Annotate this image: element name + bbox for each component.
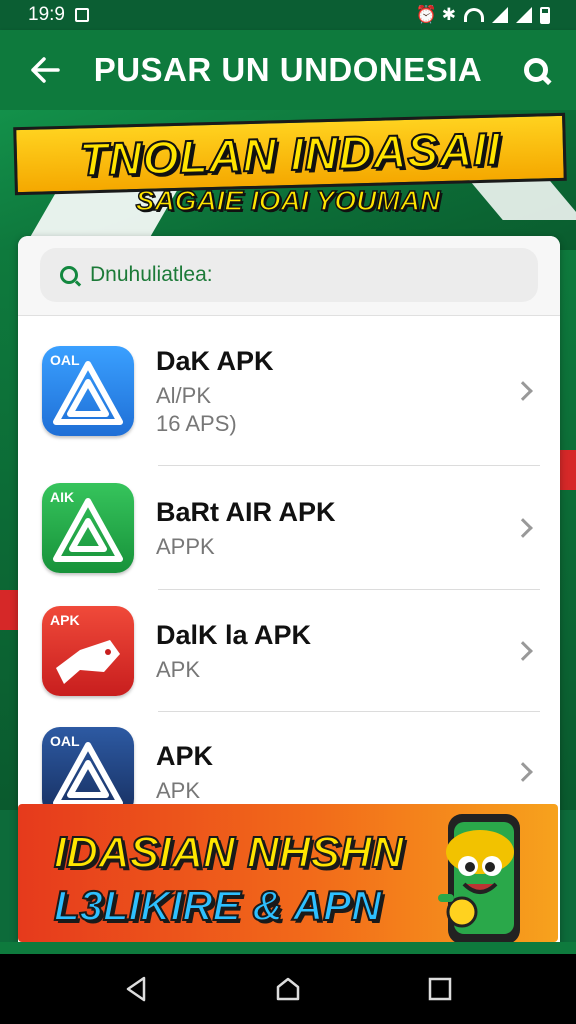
back-button[interactable] [0, 30, 90, 110]
chevron-right-icon [513, 762, 533, 782]
app-name: DaK APK [156, 345, 274, 376]
status-bar: 19:9 ⏰ ✱ [0, 0, 576, 30]
promo-line-2: L3LIKIRE & APN [53, 881, 382, 930]
app-meta: APK [156, 777, 201, 803]
promo-line-1: IDASIAN NHSHN [53, 827, 405, 878]
app-icon-2: AIK [42, 483, 134, 573]
app-name: APK [156, 740, 214, 771]
system-nav-bar [0, 954, 576, 1024]
chevron-right-icon [513, 518, 533, 538]
promo-banner[interactable]: IDASIAN NHSHN L3LIKIRE & APN [18, 804, 558, 942]
triangle-logo-icon [53, 361, 123, 425]
status-time: 19:9 [28, 4, 65, 25]
search-icon [524, 58, 548, 82]
list-item[interactable]: AIK BaRt AIR APK APPK [18, 466, 560, 590]
mascot-phone-icon [438, 814, 520, 942]
app-name: BaRt AIR APK [156, 496, 336, 527]
page-title: PUSAR UN UNDONESIA [93, 51, 483, 88]
nav-recents-button[interactable] [410, 959, 470, 1019]
bottom-strip [0, 942, 576, 954]
app-meta: APK [156, 656, 201, 682]
hero-subtitle: SAGAIE IOAI YOUMAN [135, 184, 441, 217]
chevron-right-icon [513, 641, 533, 661]
list-item[interactable]: OAL DaK APK Al/PK 16 APS) [18, 316, 560, 466]
search-placeholder: Dnuhuliatlea: [90, 263, 213, 286]
side-decor-right [560, 250, 576, 810]
nav-home-button[interactable] [258, 959, 318, 1019]
battery-icon [540, 6, 550, 24]
app-meta: APPK [156, 533, 215, 559]
hero-title: TNOLAN INDASAII [78, 121, 503, 186]
signal-icon [492, 7, 508, 23]
triangle-logo-icon [53, 498, 123, 562]
app-icon-3: APK [42, 606, 134, 696]
side-decor-left [0, 250, 18, 810]
search-icon [60, 266, 78, 284]
wifi-icon [464, 8, 484, 22]
app-meta-2: 16 APS) [156, 410, 237, 436]
flag-stripe-left [0, 590, 18, 630]
app-icon-1: OAL [42, 346, 134, 436]
triangle-logo-icon [53, 742, 123, 806]
app-name: DalK la APK [156, 619, 312, 650]
search-input[interactable]: Dnuhuliatlea: [40, 248, 538, 302]
app-bar: PUSAR UN UNDONESIA [0, 30, 576, 110]
square-recents-icon [428, 977, 452, 1001]
notification-icon [74, 8, 89, 22]
circle-home-icon [276, 977, 300, 1001]
fish-logo-icon [56, 640, 120, 684]
search-button[interactable] [496, 30, 576, 110]
triangle-back-icon [126, 976, 146, 1002]
arrow-left-icon [31, 57, 60, 83]
nav-back-button[interactable] [106, 959, 166, 1019]
flag-stripe-right [560, 450, 576, 490]
list-item[interactable]: APK DalK la APK APK [18, 590, 560, 712]
chevron-right-icon [513, 381, 533, 401]
search-area: Dnuhuliatlea: [18, 236, 560, 316]
status-right-text: ⏰ ✱ [415, 5, 456, 24]
signal-icon-2 [516, 7, 532, 23]
hero-banner: TNOLAN INDASAII [13, 112, 567, 196]
app-meta: Al/PK [156, 382, 212, 408]
